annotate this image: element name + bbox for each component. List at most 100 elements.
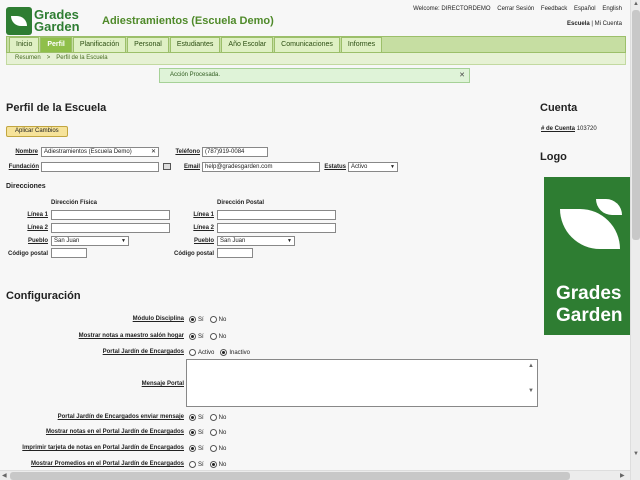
scrollbar-thumb[interactable] <box>10 472 570 480</box>
radio-no[interactable] <box>209 429 217 436</box>
scrollbar-thumb[interactable] <box>632 10 640 240</box>
tab-estudiantes[interactable]: Estudiantes <box>169 37 221 52</box>
radio-si[interactable] <box>189 461 196 468</box>
portal-message-label: Mensaje Portal <box>141 381 184 387</box>
portal-message-textarea[interactable]: ▲ ▼ <box>186 359 538 407</box>
radio-si[interactable] <box>189 414 196 421</box>
feedback-link[interactable]: Feedback <box>541 6 567 12</box>
postal-line2-input[interactable] <box>217 223 336 233</box>
physical-zip-label: Código postal <box>8 251 48 257</box>
radio-si[interactable] <box>189 445 196 452</box>
physical-line2-label: Línea 2 <box>27 225 48 231</box>
logo-title: Logo <box>540 151 567 163</box>
radio-si[interactable] <box>189 316 196 323</box>
school-link[interactable]: Escuela <box>567 21 590 27</box>
radio-no[interactable] <box>209 414 217 421</box>
tab-ano-escolar[interactable]: Año Escolar <box>221 37 274 52</box>
physical-zip-input[interactable] <box>51 248 87 258</box>
name-input[interactable]: Adiestramientos (Escuela Demo) ✕ <box>41 147 159 157</box>
tab-informes[interactable]: Informes <box>340 37 383 52</box>
gradesgarden-logo[interactable]: Grades Garden <box>6 6 94 36</box>
radio-inactivo[interactable] <box>220 349 228 356</box>
school-title: Adiestramientos (Escuela Demo) <box>102 15 274 27</box>
physical-address-header: Dirección Física <box>51 200 98 206</box>
radio-no[interactable] <box>209 445 217 452</box>
status-select[interactable]: Activo <box>348 162 398 172</box>
postal-town-select[interactable]: San Juan <box>217 236 295 246</box>
phone-label: Teléfono <box>175 149 200 155</box>
name-label: Nombre <box>15 149 38 155</box>
radio-si[interactable] <box>189 333 196 340</box>
physical-line1-input[interactable] <box>51 210 170 220</box>
tab-inicio[interactable]: Inicio <box>9 37 40 52</box>
postal-line1-input[interactable] <box>217 210 336 220</box>
breadcrumb-resumen[interactable]: Resumen <box>15 55 41 61</box>
status-label: Estatus <box>324 164 346 170</box>
email-input[interactable]: help@gradesgarden.com <box>202 162 320 172</box>
close-icon[interactable]: ✕ <box>459 71 465 79</box>
config-label-homeroom: Mostrar notas a maestro salón hogar <box>78 333 184 339</box>
phone-input[interactable]: (787)919-0084 <box>202 147 268 157</box>
clear-icon[interactable]: ✕ <box>151 148 156 155</box>
physical-line2-input[interactable] <box>51 223 170 233</box>
welcome-text: Welcome: DIRECTORDEMO <box>413 6 491 12</box>
tab-perfil[interactable]: Perfil <box>40 37 72 52</box>
leaf-icon <box>596 199 622 215</box>
postal-zip-label: Código postal <box>174 251 214 257</box>
chevron-up-icon[interactable]: ▲ <box>633 1 639 7</box>
config-radio-discipline: Sí No <box>189 316 226 323</box>
vertical-scrollbar[interactable]: ▲ ▼ <box>630 0 640 480</box>
founded-input[interactable] <box>41 162 159 172</box>
config-radio-show-grades: Sí No <box>189 429 226 436</box>
physical-town-label: Pueblo <box>27 238 48 244</box>
radio-no[interactable] <box>209 316 217 323</box>
chevron-down-icon[interactable]: ▼ <box>633 451 639 457</box>
config-radio-print-card: Sí No <box>189 445 226 452</box>
chevron-left-icon[interactable]: ◀ <box>2 472 7 479</box>
top-links: Welcome: DIRECTORDEMO Cerrar Sesión Feed… <box>408 6 622 12</box>
config-radio-portal: Activo Inactivo <box>189 349 250 356</box>
calendar-icon[interactable] <box>163 163 171 170</box>
breadcrumb: Resumen > Perfil de la Escuela <box>6 53 626 65</box>
postal-line2-label: Línea 2 <box>193 225 214 231</box>
postal-zip-input[interactable] <box>217 248 253 258</box>
my-account-link[interactable]: Mi Cuenta <box>595 21 622 27</box>
english-link[interactable]: English <box>602 6 622 12</box>
account-number: # de Cuenta 103720 <box>541 126 597 132</box>
physical-town-select[interactable]: San Juan <box>51 236 129 246</box>
leaf-icon <box>560 209 620 249</box>
leaf-icon <box>6 7 32 35</box>
chevron-right-icon[interactable]: ▶ <box>620 472 625 479</box>
tab-personal[interactable]: Personal <box>127 37 169 52</box>
main-nav: Inicio Perfil Planificación Personal Est… <box>6 36 626 53</box>
config-label-portal: Portal Jardín de Encargados <box>102 349 184 355</box>
tab-comunicaciones[interactable]: Comunicaciones <box>274 37 340 52</box>
postal-town-label: Pueblo <box>193 238 214 244</box>
radio-no[interactable] <box>209 461 217 468</box>
config-label-print-card: Imprimir tarjeta de notas en Portal Jard… <box>22 445 184 451</box>
email-label: Email <box>183 164 200 170</box>
radio-si[interactable] <box>189 429 196 436</box>
physical-line1-label: Línea 1 <box>27 212 48 218</box>
school-logo-image: Grades Garden <box>544 177 630 335</box>
radio-activo[interactable] <box>189 349 196 356</box>
horizontal-scrollbar[interactable]: ◀ ▶ <box>0 470 630 480</box>
logout-link[interactable]: Cerrar Sesión <box>497 6 534 12</box>
chevron-up-icon[interactable]: ▲ <box>528 363 534 369</box>
postal-line1-label: Línea 1 <box>193 212 214 218</box>
radio-no[interactable] <box>209 333 217 340</box>
config-label-discipline: Módulo Disciplina <box>132 316 184 322</box>
logo-text: Grades Garden <box>34 7 80 34</box>
config-label-show-averages: Mostrar Promedios en el Portal Jardín de… <box>30 461 184 467</box>
tab-planificacion[interactable]: Planificación <box>72 37 127 52</box>
config-radio-send-message: Sí No <box>189 414 226 421</box>
spanish-link[interactable]: Español <box>574 6 596 12</box>
sub-links: Escuela | Mi Cuenta <box>567 21 622 27</box>
config-title: Configuración <box>6 290 81 302</box>
apply-changes-button[interactable]: Aplicar Cambios <box>6 126 68 137</box>
chevron-down-icon[interactable]: ▼ <box>528 388 534 394</box>
config-radio-homeroom: Sí No <box>189 333 226 340</box>
breadcrumb-current: Perfil de la Escuela <box>56 55 108 61</box>
founded-label: Fundación <box>8 164 39 170</box>
addresses-title: Direcciones <box>6 183 46 190</box>
